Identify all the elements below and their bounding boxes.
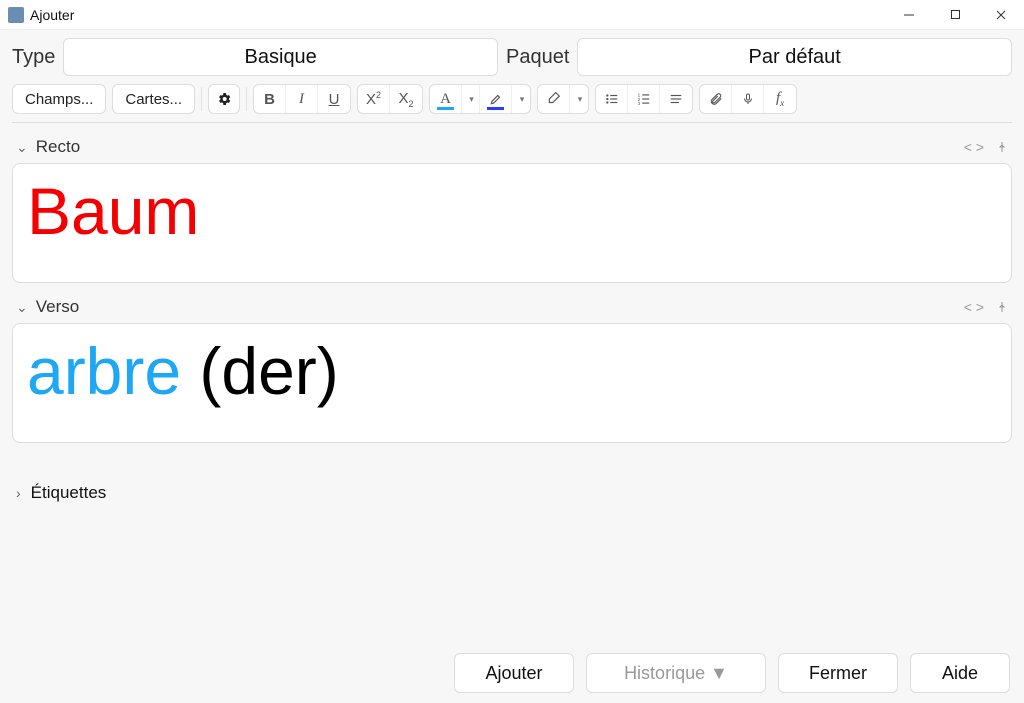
type-deck-row: Type Basique Paquet Par défaut xyxy=(0,30,1024,80)
verso-field-section: ⌄ Verso < > arbre (der) xyxy=(0,283,1024,443)
underline-icon: U xyxy=(329,91,340,108)
verso-word1: arbre xyxy=(27,334,181,408)
help-button[interactable]: Aide xyxy=(910,653,1010,693)
verso-content: arbre (der) xyxy=(27,338,997,404)
bullet-list-button[interactable] xyxy=(596,85,628,113)
eraser-dropdown[interactable] xyxy=(570,85,588,113)
bold-button[interactable]: B xyxy=(254,85,286,113)
separator xyxy=(246,87,247,111)
type-label: Type xyxy=(12,46,55,69)
pin-button[interactable] xyxy=(996,140,1008,154)
svg-text:3: 3 xyxy=(637,101,640,106)
underline-button[interactable]: U xyxy=(318,85,350,113)
subscript-button[interactable]: X2 xyxy=(390,85,422,113)
chevron-down-icon: ⌄ xyxy=(16,139,28,156)
clear-group xyxy=(537,84,589,114)
gear-icon xyxy=(216,91,232,107)
eraser-icon xyxy=(546,92,562,106)
recto-editor[interactable]: Baum xyxy=(12,163,1012,283)
superscript-button[interactable]: X2 xyxy=(358,85,390,113)
italic-icon: I xyxy=(299,91,304,108)
chevron-down-icon: ⌄ xyxy=(16,299,28,316)
number-list-icon: 123 xyxy=(637,92,651,106)
bold-icon: B xyxy=(264,91,275,108)
bullet-list-icon xyxy=(605,92,619,106)
recto-header[interactable]: ⌄ Recto < > xyxy=(12,131,1012,163)
window-controls xyxy=(886,0,1024,29)
highlight-button[interactable] xyxy=(480,85,512,113)
text-style-group: B I U xyxy=(253,84,351,114)
pin-button[interactable] xyxy=(996,300,1008,314)
paperclip-icon xyxy=(709,91,723,107)
color-group: A xyxy=(429,84,531,114)
align-button[interactable] xyxy=(660,85,692,113)
list-group: 123 xyxy=(595,84,693,114)
type-value: Basique xyxy=(245,46,317,69)
insert-group: fx xyxy=(699,84,797,114)
window-title: Ajouter xyxy=(30,7,74,23)
verso-editor[interactable]: arbre (der) xyxy=(12,323,1012,443)
history-button[interactable]: Historique ▼ xyxy=(586,653,766,693)
text-color-dropdown[interactable] xyxy=(462,85,480,113)
deck-selector[interactable]: Par défaut xyxy=(577,38,1012,76)
maximize-button[interactable] xyxy=(932,0,978,29)
function-icon: fx xyxy=(776,90,784,108)
highlight-dropdown[interactable] xyxy=(512,85,530,113)
italic-button[interactable]: I xyxy=(286,85,318,113)
equation-button[interactable]: fx xyxy=(764,85,796,113)
subscript-icon: X2 xyxy=(399,90,414,109)
tags-label: Étiquettes xyxy=(31,483,107,503)
cards-button[interactable]: Cartes... xyxy=(112,84,195,114)
add-button[interactable]: Ajouter xyxy=(454,653,574,693)
text-color-icon: A xyxy=(440,91,451,108)
deck-label: Paquet xyxy=(506,46,569,69)
deck-value: Par défaut xyxy=(749,46,841,69)
verso-word2: (der) xyxy=(181,334,339,408)
title-bar: Ajouter xyxy=(0,0,1024,30)
script-group: X2 X2 xyxy=(357,84,423,114)
highlight-color-swatch xyxy=(487,107,504,110)
close-dialog-button[interactable]: Fermer xyxy=(778,653,898,693)
verso-header[interactable]: ⌄ Verso < > xyxy=(12,291,1012,323)
attach-button[interactable] xyxy=(700,85,732,113)
editor-toolbar: Champs... Cartes... B I U X2 X2 A xyxy=(0,80,1024,122)
recto-label: Recto xyxy=(36,137,80,157)
bottom-bar: Ajouter Historique ▼ Fermer Aide xyxy=(454,653,1010,693)
align-icon xyxy=(669,92,683,106)
highlighter-icon xyxy=(489,92,503,106)
microphone-icon xyxy=(742,91,754,107)
verso-label: Verso xyxy=(36,297,79,317)
chevron-right-icon: › xyxy=(16,485,21,501)
text-color-button[interactable]: A xyxy=(430,85,462,113)
eraser-button[interactable] xyxy=(538,85,570,113)
app-icon xyxy=(8,7,24,23)
recto-content: Baum xyxy=(27,178,997,244)
html-toggle-button[interactable]: < > xyxy=(964,139,984,155)
record-button[interactable] xyxy=(732,85,764,113)
number-list-button[interactable]: 123 xyxy=(628,85,660,113)
html-toggle-button[interactable]: < > xyxy=(964,299,984,315)
fields-button[interactable]: Champs... xyxy=(12,84,106,114)
text-color-swatch xyxy=(437,107,454,110)
close-button[interactable] xyxy=(978,0,1024,29)
recto-field-section: ⌄ Recto < > Baum xyxy=(0,123,1024,283)
separator xyxy=(201,87,202,111)
settings-button[interactable] xyxy=(208,84,240,114)
type-selector[interactable]: Basique xyxy=(63,38,498,76)
minimize-button[interactable] xyxy=(886,0,932,29)
superscript-icon: X2 xyxy=(366,90,381,108)
tags-section[interactable]: › Étiquettes xyxy=(0,443,1024,503)
